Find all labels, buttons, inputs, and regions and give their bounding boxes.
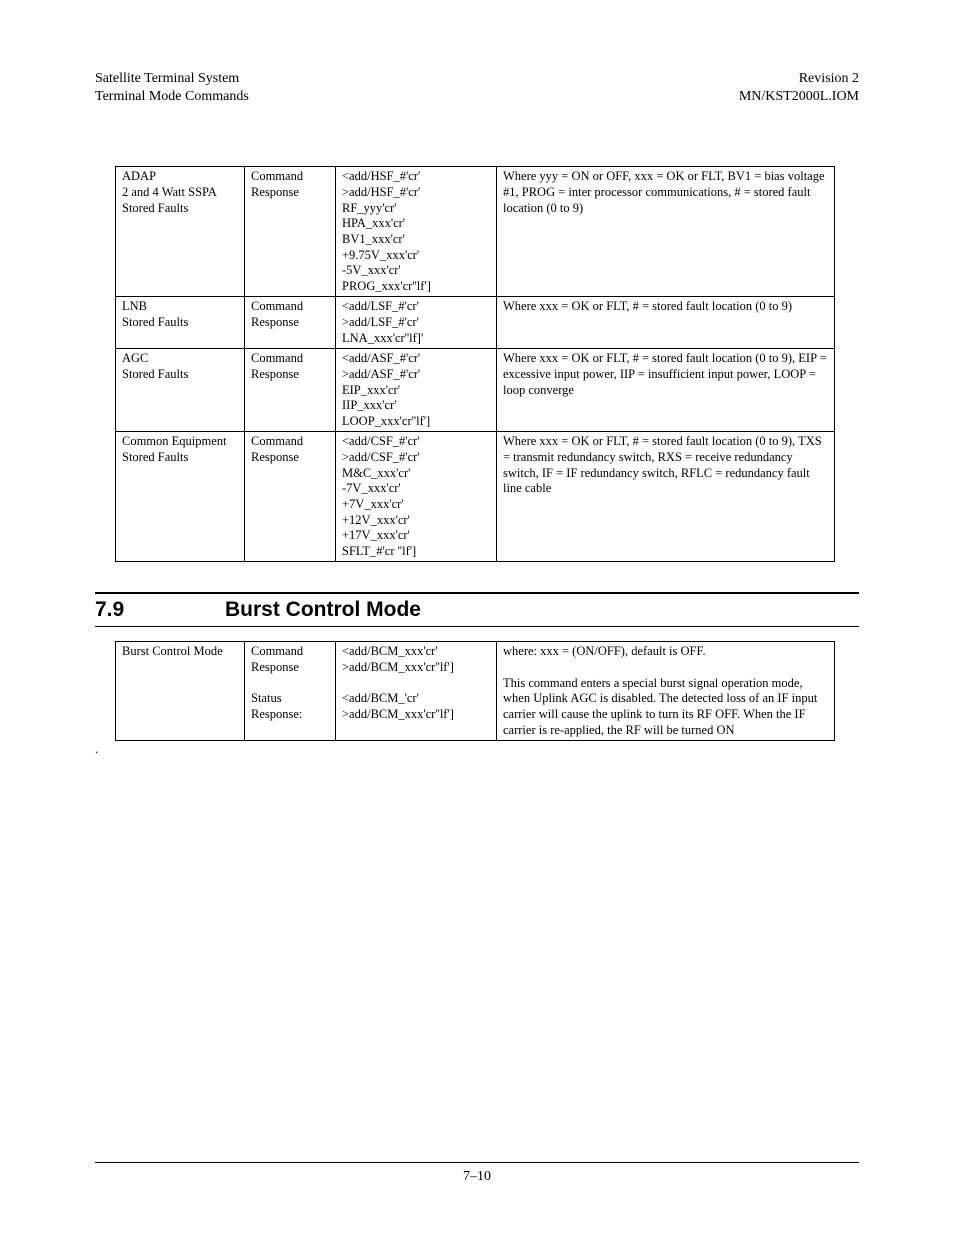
table-row: LNBStored Faults CommandResponse <add/LS… bbox=[116, 297, 835, 349]
section-title: Burst Control Mode bbox=[225, 598, 421, 621]
cell-syntax: <add/BCM_xxx'cr'>add/BCM_xxx'cr''lf']<ad… bbox=[336, 642, 497, 741]
header-left-1: Satellite Terminal System bbox=[95, 70, 239, 88]
cell-desc: Where xxx = OK or FLT, # = stored fault … bbox=[497, 432, 835, 562]
table-row: ADAP2 and 4 Watt SSPAStored Faults Comma… bbox=[116, 167, 835, 297]
cell-type: CommandResponse bbox=[245, 432, 336, 562]
cell-syntax: <add/CSF_#'cr'>add/CSF_#'cr'M&C_xxx'cr'-… bbox=[336, 432, 497, 562]
cell-type: CommandResponse bbox=[245, 349, 336, 432]
cell-syntax: <add/LSF_#'cr'>add/LSF_#'cr'LNA_xxx'cr''… bbox=[336, 297, 497, 349]
table-row: AGCStored Faults CommandResponse <add/AS… bbox=[116, 349, 835, 432]
table-row: Burst Control Mode CommandResponseStatus… bbox=[116, 642, 835, 741]
trailing-dot: . bbox=[95, 741, 859, 757]
cell-name: Burst Control Mode bbox=[116, 642, 245, 741]
cell-desc: Where xxx = OK or FLT, # = stored fault … bbox=[497, 297, 835, 349]
cell-syntax: <add/HSF_#'cr'>add/HSF_#'cr'RF_yyy'cr'HP… bbox=[336, 167, 497, 297]
header-right-1: Revision 2 bbox=[799, 70, 859, 88]
cell-name: AGCStored Faults bbox=[116, 349, 245, 432]
cell-desc: where: xxx = (ON/OFF), default is OFF.Th… bbox=[497, 642, 835, 741]
cell-desc: Where xxx = OK or FLT, # = stored fault … bbox=[497, 349, 835, 432]
page-number: 7–10 bbox=[463, 1169, 491, 1184]
cell-name: LNBStored Faults bbox=[116, 297, 245, 349]
header-left-2: Terminal Mode Commands bbox=[95, 88, 249, 106]
cell-name: ADAP2 and 4 Watt SSPAStored Faults bbox=[116, 167, 245, 297]
cell-syntax: <add/ASF_#'cr'>add/ASF_#'cr'EIP_xxx'cr'I… bbox=[336, 349, 497, 432]
commands-table-1: ADAP2 and 4 Watt SSPAStored Faults Comma… bbox=[115, 166, 835, 562]
section-heading: 7.9Burst Control Mode bbox=[95, 592, 859, 627]
page-footer: 7–10 bbox=[0, 1162, 954, 1185]
cell-desc: Where yyy = ON or OFF, xxx = OK or FLT, … bbox=[497, 167, 835, 297]
cell-type: CommandResponse bbox=[245, 297, 336, 349]
header-right-2: MN/KST2000L.IOM bbox=[739, 88, 859, 106]
commands-table-2: Burst Control Mode CommandResponseStatus… bbox=[115, 641, 835, 741]
page-header: Satellite Terminal System Revision 2 Ter… bbox=[95, 70, 859, 106]
table-row: Common EquipmentStored Faults CommandRes… bbox=[116, 432, 835, 562]
cell-name: Common EquipmentStored Faults bbox=[116, 432, 245, 562]
section-number: 7.9 bbox=[95, 598, 225, 622]
cell-type: CommandResponse bbox=[245, 167, 336, 297]
cell-type: CommandResponseStatusResponse: bbox=[245, 642, 336, 741]
